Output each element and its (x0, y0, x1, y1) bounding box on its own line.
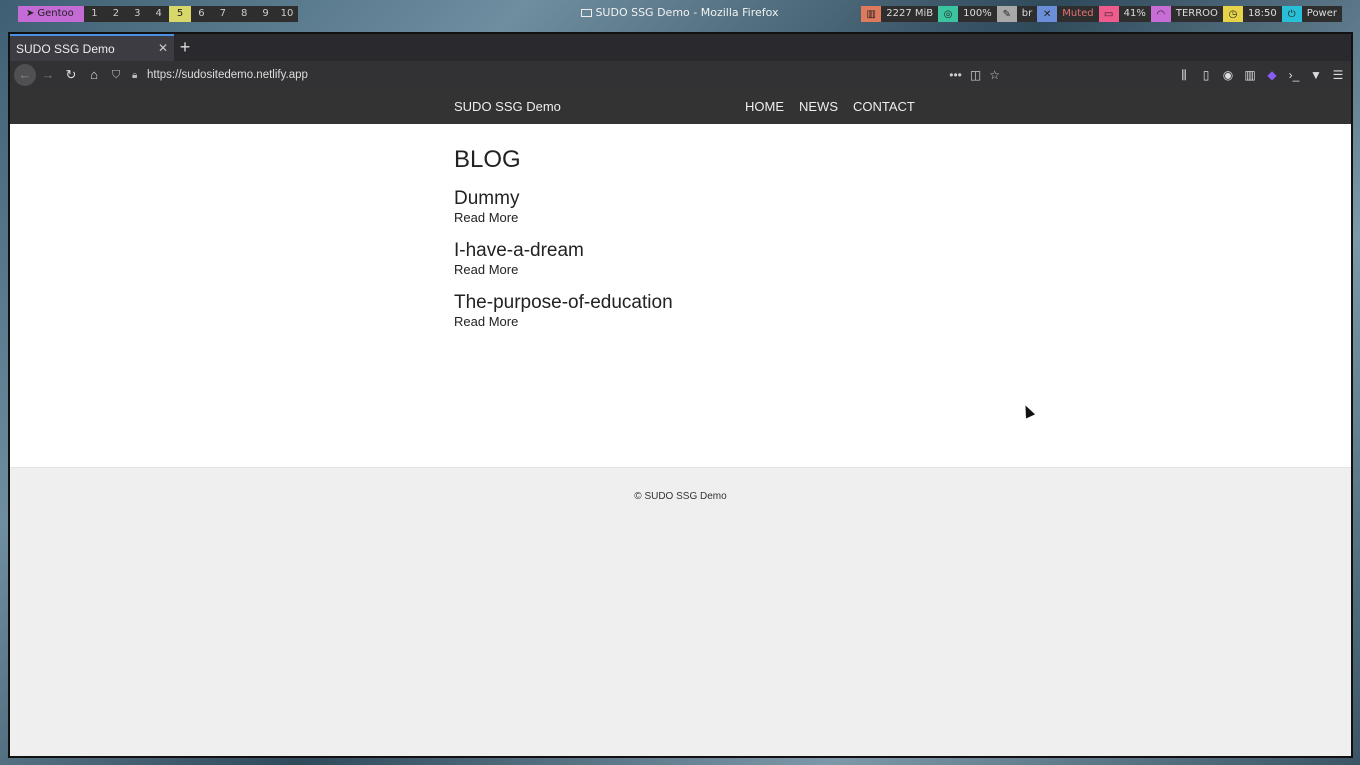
status-indicators: ▥ 2227 MiB ◎ 100% ✎ br ✕ Muted ▭ 41% ◠ T… (861, 6, 1342, 22)
main-content: BLOG Dummy Read More I-have-a-dream Read… (10, 124, 1351, 330)
keyboard-indicator[interactable]: ✎ br (996, 6, 1038, 22)
memory-value: 2227 MiB (881, 6, 939, 22)
cpu-indicator[interactable]: ◎ 100% (938, 6, 997, 22)
battery-indicator[interactable]: ▭ 41% (1098, 6, 1151, 22)
nav-home[interactable]: HOME (745, 99, 784, 114)
wifi-indicator[interactable]: ◠ TERROO (1150, 6, 1223, 22)
tab-title: SUDO SSG Demo (16, 42, 115, 56)
clock[interactable]: ◷ 18:50 (1222, 6, 1282, 22)
system-bar: ➤ Gentoo 1 2 3 4 5 6 7 8 9 10 SUDO SSG D… (0, 0, 1360, 28)
post-item: I-have-a-dream Read More (454, 240, 1351, 278)
power-icon: ⏻ (1281, 6, 1302, 22)
home-button[interactable]: ⌂ (83, 64, 105, 86)
nav-contact[interactable]: CONTACT (853, 99, 915, 114)
extension-badge-icon[interactable]: ◆ (1265, 68, 1279, 82)
tab-bar: SUDO SSG Demo ✕ + (10, 34, 1351, 61)
read-more-link[interactable]: Read More (454, 262, 1351, 278)
memory-icon: ▥ (861, 6, 882, 22)
site-nav: HOME NEWS CONTACT (745, 99, 915, 114)
reload-button[interactable]: ↻ (60, 64, 82, 86)
url-actions: ••• ◫ ☆ (949, 64, 1000, 86)
clock-icon: ◷ (1222, 6, 1243, 22)
back-button[interactable]: ← (14, 63, 36, 86)
page-title: BLOG (454, 146, 521, 173)
keyboard-icon: ✎ (996, 6, 1017, 22)
bookmark-star-icon[interactable]: ☆ (989, 68, 1000, 82)
toolbar-right: ⫼ ▯ ◉ ▥ ◆ ›_ ▼ ☰ (1177, 64, 1345, 86)
power-label: Power (1301, 6, 1342, 22)
post-title: I-have-a-dream (454, 240, 584, 261)
monitor-icon (581, 9, 593, 17)
cpu-value: 100% (958, 6, 997, 22)
account-icon[interactable]: ◉ (1221, 68, 1235, 82)
post-item: Dummy Read More (454, 188, 1351, 226)
cpu-icon: ◎ (938, 6, 959, 22)
keyboard-layout: br (1016, 6, 1038, 22)
footer-copyright: © SUDO SSG Demo (634, 491, 727, 502)
memory-indicator[interactable]: ▥ 2227 MiB (861, 6, 939, 22)
new-tab-button[interactable]: + (175, 37, 195, 57)
tracking-shield-icon[interactable]: ⛉ (112, 69, 124, 82)
site-footer: © SUDO SSG Demo (10, 467, 1351, 756)
speaker-muted-icon: ✕ (1037, 6, 1058, 22)
read-more-link[interactable]: Read More (454, 210, 1351, 226)
volume-indicator[interactable]: ✕ Muted (1037, 6, 1099, 22)
site-brand[interactable]: SUDO SSG Demo (454, 99, 561, 114)
read-more-link[interactable]: Read More (454, 314, 1351, 330)
nav-news[interactable]: NEWS (799, 99, 838, 114)
clock-time: 18:50 (1242, 6, 1282, 22)
close-tab-icon[interactable]: ✕ (158, 41, 168, 55)
lock-icon[interactable]: 🔒︎ (132, 70, 142, 81)
window-title-text: SUDO SSG Demo - Mozilla Firefox (595, 6, 779, 19)
sidebar-icon[interactable]: ▯ (1199, 68, 1213, 82)
extension-icon[interactable]: ▥ (1243, 68, 1257, 82)
navigation-toolbar: ← → ↻ ⌂ ⛉ 🔒︎ https://sudositedemo.netlif… (10, 61, 1351, 88)
post-title: Dummy (454, 188, 520, 209)
post-title: The-purpose-of-education (454, 292, 673, 313)
battery-icon: ▭ (1098, 6, 1119, 22)
wifi-ssid: TERROO (1170, 6, 1223, 22)
wifi-icon: ◠ (1150, 6, 1171, 22)
tab-active[interactable]: SUDO SSG Demo ✕ (10, 34, 174, 61)
address-bar[interactable]: ⛉ 🔒︎ https://sudositedemo.netlify.app ••… (110, 64, 1000, 86)
library-icon[interactable]: ⫼ (1177, 68, 1191, 83)
volume-value: Muted (1057, 6, 1099, 22)
post-item: The-purpose-of-education Read More (454, 292, 1351, 330)
power-menu[interactable]: ⏻ Power (1281, 6, 1342, 22)
site-header: SUDO SSG Demo HOME NEWS CONTACT (10, 88, 1351, 124)
terminal-extension-icon[interactable]: ›_ (1287, 68, 1301, 82)
browser-window: SUDO SSG Demo ✕ + ← → ↻ ⌂ ⛉ 🔒︎ https://s… (8, 32, 1353, 758)
forward-button[interactable]: → (37, 64, 59, 86)
web-page: SUDO SSG Demo HOME NEWS CONTACT BLOG Dum… (10, 88, 1351, 756)
battery-value: 41% (1118, 6, 1151, 22)
page-actions-icon[interactable]: ••• (949, 68, 962, 82)
menu-icon[interactable]: ☰ (1331, 68, 1345, 82)
vue-devtools-icon[interactable]: ▼ (1309, 68, 1323, 82)
url-text[interactable]: https://sudositedemo.netlify.app (147, 69, 308, 81)
pocket-icon[interactable]: ◫ (970, 68, 981, 82)
